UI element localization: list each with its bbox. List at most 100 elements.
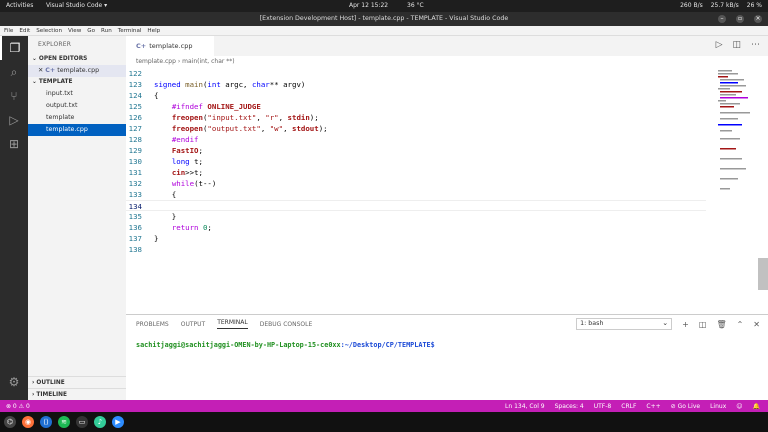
- outline-header[interactable]: › OUTLINE: [28, 376, 126, 388]
- firefox-icon[interactable]: ◉: [22, 416, 34, 428]
- cursor-position[interactable]: Ln 134, Col 9: [505, 403, 545, 410]
- explorer-sidebar: EXPLORER ⌄ OPEN EDITORS ✕ C+ template.cp…: [28, 36, 126, 400]
- problems-status[interactable]: ⊗ 0 ⚠ 0: [0, 403, 30, 410]
- file-input-txt[interactable]: input.txt: [28, 88, 126, 100]
- code-line: 132 while(t--): [128, 179, 217, 188]
- terminal-app-icon[interactable]: ▭: [76, 416, 88, 428]
- new-terminal-icon[interactable]: +: [682, 320, 689, 329]
- tab-debug-console[interactable]: DEBUG CONSOLE: [260, 321, 313, 328]
- menu-selection[interactable]: Selection: [36, 28, 62, 34]
- music-icon[interactable]: ♪: [94, 416, 106, 428]
- file-template[interactable]: template: [28, 112, 126, 124]
- eol[interactable]: CRLF: [621, 403, 636, 410]
- app-launcher-icon[interactable]: ⌬: [4, 416, 16, 428]
- editor-scrollbar[interactable]: [758, 258, 768, 290]
- menu-view[interactable]: View: [68, 28, 81, 34]
- app-menu[interactable]: Visual Studio Code ▾: [46, 2, 107, 9]
- close-panel-icon[interactable]: ✕: [753, 320, 760, 329]
- window-titlebar: [Extension Development Host] - template.…: [0, 12, 768, 26]
- terminal-select[interactable]: 1: bash: [576, 318, 673, 330]
- menu-edit[interactable]: Edit: [19, 28, 30, 34]
- code-line: 135 }: [128, 212, 177, 221]
- run-debug-icon[interactable]: ▷: [0, 108, 28, 132]
- close-icon[interactable]: ✕: [38, 67, 43, 74]
- prompt-user: sachitjaggi@sachitjaggi-OMEN-by-HP-Lapto…: [136, 341, 341, 349]
- trash-icon[interactable]: 🗑: [716, 320, 726, 329]
- code-line: 125 #ifndef ONLINE_JUDGE: [128, 102, 261, 111]
- tab-output[interactable]: OUTPUT: [181, 321, 205, 328]
- file-template-cpp[interactable]: template.cpp: [28, 124, 126, 136]
- tab-problems[interactable]: PROBLEMS: [136, 321, 169, 328]
- code-line: 129 FastIO;: [128, 146, 203, 155]
- taskbar: ⌬ ◉ ⟨⟩ ≋ ▭ ♪ ▶: [0, 412, 768, 432]
- cpp-file-icon: C+: [45, 67, 56, 74]
- code-line: 123 signed main(int argc, char** argv): [128, 80, 306, 89]
- editor-area: C+ template.cpp ▷ ◫ ⋯ template.cpp › main…: [126, 36, 768, 314]
- file-output-txt[interactable]: output.txt: [28, 100, 126, 112]
- menu-bar: File Edit Selection View Go Run Terminal…: [0, 26, 768, 36]
- tab-template-cpp[interactable]: C+ template.cpp: [126, 36, 214, 56]
- menu-help[interactable]: Help: [147, 28, 160, 34]
- search-icon[interactable]: ⌕: [0, 60, 28, 84]
- terminal-output[interactable]: sachitjaggi@sachitjaggi-OMEN-by-HP-Lapto…: [136, 341, 435, 349]
- feedback-icon[interactable]: ☺: [736, 403, 742, 410]
- code-line: 137}: [128, 234, 159, 243]
- net-down: 260 B/s: [680, 2, 703, 9]
- timeline-header[interactable]: › TIMELINE: [28, 388, 126, 400]
- go-live-button[interactable]: ⊘ Go Live: [671, 403, 700, 410]
- code-line: 133 {: [128, 190, 177, 199]
- split-terminal-icon[interactable]: ◫: [699, 320, 707, 329]
- code-editor[interactable]: 122 123 signed main(int argc, char** argv…: [126, 68, 706, 255]
- language-mode[interactable]: C++: [646, 403, 660, 410]
- code-line: 131 cin>>t;: [128, 168, 203, 177]
- code-line: 130 long t;: [128, 157, 203, 166]
- code-line: 127 freopen("output.txt", "w", stdout);: [128, 124, 328, 133]
- code-line: 138: [128, 245, 142, 254]
- code-line: 124{: [128, 91, 159, 100]
- menu-run[interactable]: Run: [101, 28, 112, 34]
- open-editor-item[interactable]: ✕ C+ template.cpp: [28, 65, 126, 77]
- extensions-icon[interactable]: ⊞: [0, 132, 28, 156]
- vscode-icon[interactable]: ⟨⟩: [40, 416, 52, 428]
- explorer-icon[interactable]: ❐: [0, 36, 28, 60]
- close-button[interactable]: ×: [754, 15, 762, 23]
- zoom-icon[interactable]: ▶: [112, 416, 124, 428]
- activities-button[interactable]: Activities: [6, 2, 33, 9]
- chevron-up-icon[interactable]: ⌃: [737, 320, 744, 329]
- source-control-icon[interactable]: ⑂: [0, 84, 28, 108]
- spotify-icon[interactable]: ≋: [58, 416, 70, 428]
- indentation[interactable]: Spaces: 4: [555, 403, 584, 410]
- notifications-icon[interactable]: 🔔: [753, 403, 760, 410]
- run-icon[interactable]: ▷: [716, 40, 723, 50]
- split-editor-icon[interactable]: ◫: [732, 40, 741, 50]
- minimize-button[interactable]: –: [718, 15, 726, 23]
- more-actions-icon[interactable]: ⋯: [751, 40, 760, 50]
- menu-file[interactable]: File: [4, 28, 13, 34]
- code-line: 122: [128, 69, 142, 78]
- encoding[interactable]: UTF-8: [594, 403, 612, 410]
- net-speed: 25.7 kB/s: [710, 2, 739, 9]
- clock[interactable]: Apr 12 15:22: [349, 2, 388, 9]
- settings-gear-icon[interactable]: ⚙: [0, 370, 28, 394]
- status-bar: ⊗ 0 ⚠ 0 Ln 134, Col 9 Spaces: 4 UTF-8 CR…: [0, 400, 768, 412]
- menu-terminal[interactable]: Terminal: [118, 28, 142, 34]
- window-title: [Extension Development Host] - template.…: [259, 15, 509, 22]
- maximize-button[interactable]: ▫: [736, 15, 744, 23]
- os-indicator[interactable]: Linux: [710, 403, 726, 410]
- minimap[interactable]: [716, 68, 756, 208]
- code-line: 136 return 0;: [128, 223, 212, 232]
- battery[interactable]: 26 %: [747, 2, 762, 9]
- explorer-title: EXPLORER: [38, 41, 72, 48]
- code-line-current: 134: [126, 200, 706, 211]
- editor-tabs: C+ template.cpp ▷ ◫ ⋯: [126, 36, 768, 56]
- code-line: 128 #endif: [128, 135, 199, 144]
- code-line: 126 freopen("input.txt", "r", stdin);: [128, 113, 319, 122]
- tab-terminal[interactable]: TERMINAL: [217, 319, 248, 329]
- breadcrumb[interactable]: template.cpp › main(int, char **): [126, 56, 768, 68]
- weather: 36 °C: [407, 2, 424, 9]
- bottom-panel: PROBLEMS OUTPUT TERMINAL DEBUG CONSOLE 1…: [126, 314, 768, 400]
- activity-bar: ❐ ⌕ ⑂ ▷ ⊞ ⚙: [0, 36, 28, 400]
- open-editors-header[interactable]: ⌄ OPEN EDITORS: [28, 54, 126, 65]
- folder-header-template[interactable]: ⌄ TEMPLATE: [28, 77, 126, 88]
- menu-go[interactable]: Go: [87, 28, 95, 34]
